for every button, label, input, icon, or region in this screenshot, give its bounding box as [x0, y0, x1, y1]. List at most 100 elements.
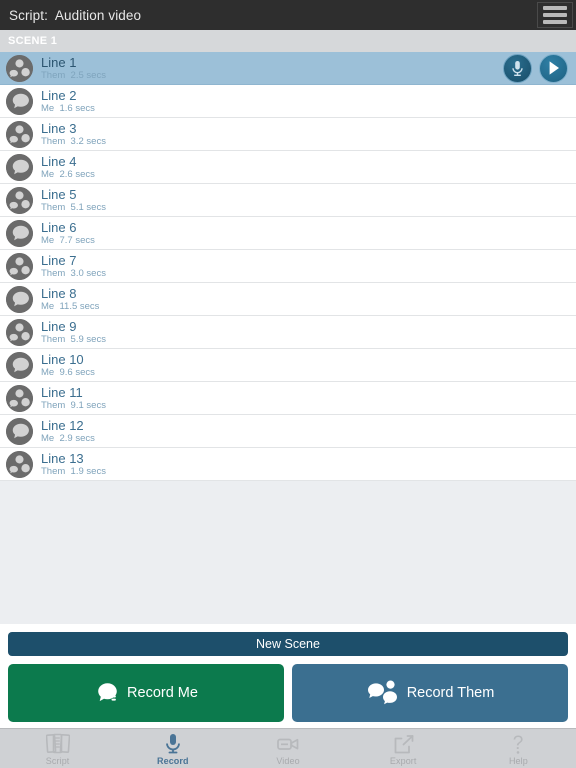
- line-subtitle: Me 1.6 secs: [41, 102, 95, 114]
- line-title: Line 8: [41, 285, 77, 301]
- tab-label: Video: [276, 756, 300, 766]
- line-subtitle: Them 1.9 secs: [41, 465, 106, 477]
- line-title: Line 3: [41, 120, 77, 136]
- line-text: Line 4 Me 2.6 secs: [41, 155, 95, 180]
- hamburger-icon[interactable]: [537, 2, 573, 28]
- line-row[interactable]: Line 5 Them 5.1 secs: [0, 184, 576, 217]
- line-row[interactable]: Line 11 Them 9.1 secs: [0, 382, 576, 415]
- person-avatar-icon: [6, 153, 33, 181]
- play-icon: [546, 60, 561, 76]
- line-subtitle: Me 9.6 secs: [41, 366, 95, 378]
- top-bar: Script: Audition video: [0, 0, 576, 30]
- bottom-tab-bar: Script Record Video Export? Help: [0, 728, 576, 768]
- play-line-button[interactable]: [539, 53, 568, 83]
- line-subtitle: Them 3.0 secs: [41, 267, 106, 279]
- line-title: Line 10: [41, 351, 84, 367]
- line-row[interactable]: Line 12 Me 2.9 secs: [0, 415, 576, 448]
- hamburger-bar: [543, 6, 567, 10]
- question-icon: ?: [510, 733, 526, 755]
- line-text: Line 12 Me 2.9 secs: [41, 419, 95, 444]
- line-row[interactable]: Line 4 Me 2.6 secs: [0, 151, 576, 184]
- tab-script[interactable]: Script: [0, 729, 115, 768]
- line-text: Line 11 Them 9.1 secs: [41, 386, 106, 411]
- line-subtitle: Me 2.9 secs: [41, 432, 95, 444]
- tab-video[interactable]: Video: [230, 729, 345, 768]
- line-title: Line 11: [41, 384, 83, 400]
- record-them-label: Record Them: [406, 685, 495, 701]
- group-avatar-icon: [6, 120, 33, 148]
- line-row[interactable]: Line 13 Them 1.9 secs: [0, 448, 576, 481]
- scene-header: SCENE 1: [0, 30, 576, 52]
- person-avatar-icon: [6, 417, 33, 445]
- line-row[interactable]: Line 6 Me 7.7 secs: [0, 217, 576, 250]
- line-row[interactable]: Line 7 Them 3.0 secs: [0, 250, 576, 283]
- line-title: Line 13: [41, 450, 84, 466]
- page-title: Script: Audition video: [9, 7, 142, 23]
- line-title: Line 2: [41, 87, 77, 103]
- line-text: Line 8 Me 11.5 secs: [41, 287, 99, 312]
- line-row[interactable]: Line 1 Them 2.5 secs: [0, 52, 576, 85]
- line-row[interactable]: Line 2 Me 1.6 secs: [0, 85, 576, 118]
- line-title: Line 9: [41, 318, 77, 334]
- line-row[interactable]: Line 10 Me 9.6 secs: [0, 349, 576, 382]
- tab-record[interactable]: Record: [115, 729, 230, 768]
- line-subtitle: Me 7.7 secs: [41, 234, 95, 246]
- tab-label: Help: [508, 756, 528, 766]
- camcorder-icon: [276, 733, 300, 755]
- scene-header-label: SCENE 1: [8, 35, 58, 47]
- group-avatar-icon: [6, 318, 33, 346]
- line-title: Line 5: [41, 186, 77, 202]
- record-line-button[interactable]: [503, 53, 532, 83]
- line-text: Line 9 Them 5.9 secs: [41, 320, 106, 345]
- person-avatar-icon: [6, 219, 33, 247]
- line-text: Line 3 Them 3.2 secs: [41, 122, 106, 147]
- group-avatar-icon: [6, 54, 33, 82]
- person-avatar-icon: [6, 285, 33, 313]
- microphone-icon: [164, 733, 182, 755]
- line-row[interactable]: Line 8 Me 11.5 secs: [0, 283, 576, 316]
- tab-help[interactable]: ? Help: [461, 729, 576, 768]
- group-avatar-icon: [6, 186, 33, 214]
- new-scene-button[interactable]: New Scene: [8, 632, 568, 656]
- line-subtitle: Them 3.2 secs: [41, 135, 106, 147]
- line-row[interactable]: Line 9 Them 5.9 secs: [0, 316, 576, 349]
- svg-text:?: ?: [513, 733, 524, 754]
- line-title: Line 7: [41, 252, 77, 268]
- tab-label: Export: [389, 756, 417, 766]
- microphone-icon: [510, 60, 525, 77]
- line-row[interactable]: Line 3 Them 3.2 secs: [0, 118, 576, 151]
- line-subtitle: Them 2.5 secs: [41, 69, 106, 81]
- line-text: Line 1 Them 2.5 secs: [41, 56, 106, 81]
- line-list: Line 1 Them 2.5 secs Line 2 Me 1.6 secs Line…: [0, 52, 576, 481]
- record-button-row: Record Me Record Them: [8, 664, 568, 722]
- line-text: Line 7 Them 3.0 secs: [41, 254, 106, 279]
- hamburger-bar: [543, 13, 567, 17]
- line-list-area[interactable]: Line 1 Them 2.5 secs Line 2 Me 1.6 secs Line…: [0, 52, 576, 624]
- app-root: Script: Audition video SCENE 1 Line 1 The…: [0, 0, 576, 768]
- line-text: Line 6 Me 7.7 secs: [41, 221, 95, 246]
- line-title: Line 12: [41, 417, 84, 433]
- people-icon: [366, 680, 400, 706]
- line-subtitle: Them 9.1 secs: [41, 399, 106, 411]
- line-text: Line 2 Me 1.6 secs: [41, 89, 95, 114]
- line-text: Line 10 Me 9.6 secs: [41, 353, 95, 378]
- record-them-button[interactable]: Record Them: [292, 664, 568, 722]
- tab-label: Record: [157, 756, 189, 766]
- hamburger-bar: [543, 20, 567, 24]
- line-subtitle: Me 2.6 secs: [41, 168, 95, 180]
- line-subtitle: Them 5.9 secs: [41, 333, 106, 345]
- group-avatar-icon: [6, 384, 33, 412]
- person-avatar-icon: [6, 351, 33, 379]
- line-title: Line 6: [41, 219, 77, 235]
- action-button-panel: New Scene Record Me Record Them: [0, 624, 576, 728]
- record-me-label: Record Me: [127, 685, 198, 701]
- line-subtitle: Me 11.5 secs: [41, 300, 100, 312]
- tab-export[interactable]: Export: [346, 729, 461, 768]
- line-text: Line 13 Them 1.9 secs: [41, 452, 106, 477]
- record-me-button[interactable]: Record Me: [8, 664, 284, 722]
- line-subtitle: Them 5.1 secs: [41, 201, 106, 213]
- tab-label: Script: [45, 756, 70, 766]
- documents-icon: [45, 733, 70, 755]
- line-title: Line 1: [41, 54, 77, 70]
- group-avatar-icon: [6, 252, 33, 280]
